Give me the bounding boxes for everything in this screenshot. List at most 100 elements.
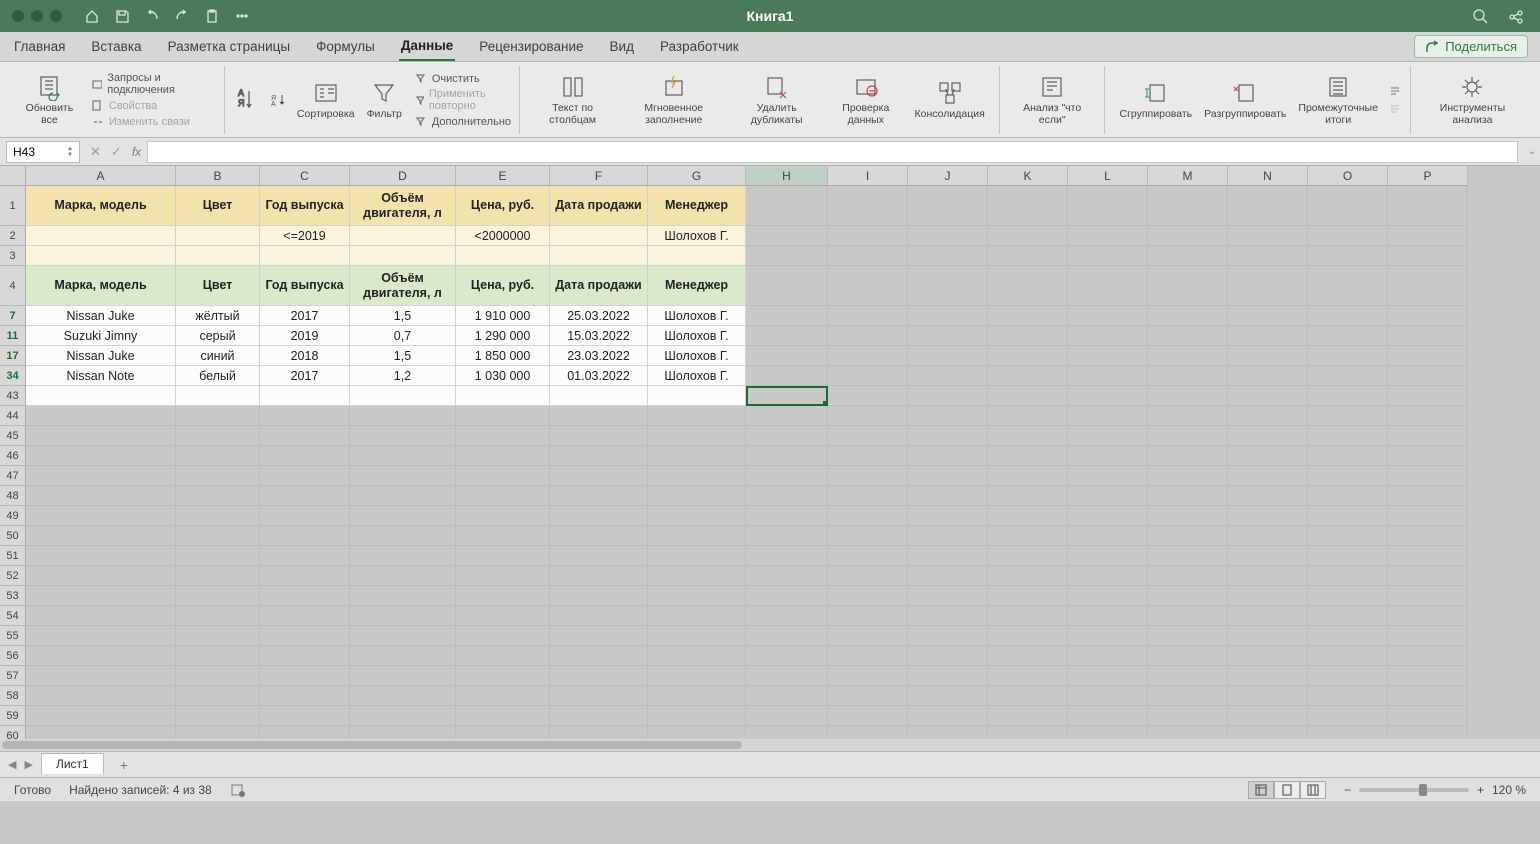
cell-A53[interactable] bbox=[26, 586, 176, 606]
cell-A47[interactable] bbox=[26, 466, 176, 486]
cell-O58[interactable] bbox=[1308, 686, 1388, 706]
cell-H51[interactable] bbox=[746, 546, 828, 566]
cell-M50[interactable] bbox=[1148, 526, 1228, 546]
cell-H17[interactable] bbox=[746, 346, 828, 366]
cell-D44[interactable] bbox=[350, 406, 456, 426]
cell-I1[interactable] bbox=[828, 186, 908, 226]
text-to-columns-button[interactable]: Текст по столбцам bbox=[528, 73, 617, 126]
cell-F57[interactable] bbox=[550, 666, 648, 686]
cell-A46[interactable] bbox=[26, 446, 176, 466]
cell-P52[interactable] bbox=[1388, 566, 1468, 586]
zoom-thumb[interactable] bbox=[1419, 784, 1427, 796]
refresh-all-button[interactable]: Обновить все bbox=[14, 73, 85, 126]
cell-B54[interactable] bbox=[176, 606, 260, 626]
cell-J1[interactable] bbox=[908, 186, 988, 226]
column-header-G[interactable]: G bbox=[648, 166, 746, 186]
cell-O47[interactable] bbox=[1308, 466, 1388, 486]
cell-L44[interactable] bbox=[1068, 406, 1148, 426]
cell-D11[interactable]: 0,7 bbox=[350, 326, 456, 346]
sheet-next-button[interactable]: ▶ bbox=[24, 758, 32, 771]
cell-K11[interactable] bbox=[988, 326, 1068, 346]
cell-H1[interactable] bbox=[746, 186, 828, 226]
cell-F48[interactable] bbox=[550, 486, 648, 506]
cell-J48[interactable] bbox=[908, 486, 988, 506]
cell-L46[interactable] bbox=[1068, 446, 1148, 466]
row-header-17[interactable]: 17 bbox=[0, 346, 26, 366]
cell-L55[interactable] bbox=[1068, 626, 1148, 646]
cell-M2[interactable] bbox=[1148, 226, 1228, 246]
cell-L1[interactable] bbox=[1068, 186, 1148, 226]
cell-M57[interactable] bbox=[1148, 666, 1228, 686]
cell-I47[interactable] bbox=[828, 466, 908, 486]
cell-I3[interactable] bbox=[828, 246, 908, 266]
row-header-1[interactable]: 1 bbox=[0, 186, 26, 226]
cell-B34[interactable]: белый bbox=[176, 366, 260, 386]
cell-H45[interactable] bbox=[746, 426, 828, 446]
cell-F17[interactable]: 23.03.2022 bbox=[550, 346, 648, 366]
cell-D7[interactable]: 1,5 bbox=[350, 306, 456, 326]
cell-B59[interactable] bbox=[176, 706, 260, 726]
reapply-filter-button[interactable]: Применить повторно bbox=[414, 88, 511, 112]
cell-H43[interactable] bbox=[746, 386, 828, 406]
cell-L50[interactable] bbox=[1068, 526, 1148, 546]
cell-B49[interactable] bbox=[176, 506, 260, 526]
cell-I59[interactable] bbox=[828, 706, 908, 726]
cell-H11[interactable] bbox=[746, 326, 828, 346]
cell-J55[interactable] bbox=[908, 626, 988, 646]
cell-M45[interactable] bbox=[1148, 426, 1228, 446]
cell-G50[interactable] bbox=[648, 526, 746, 546]
cell-K4[interactable] bbox=[988, 266, 1068, 306]
cell-F56[interactable] bbox=[550, 646, 648, 666]
tab-view[interactable]: Вид bbox=[608, 33, 636, 60]
home-icon[interactable] bbox=[84, 8, 100, 24]
row-header-58[interactable]: 58 bbox=[0, 686, 26, 706]
cell-O59[interactable] bbox=[1308, 706, 1388, 726]
add-sheet-button[interactable]: + bbox=[112, 757, 136, 773]
cell-F51[interactable] bbox=[550, 546, 648, 566]
cell-H54[interactable] bbox=[746, 606, 828, 626]
cell-E46[interactable] bbox=[456, 446, 550, 466]
cell-K46[interactable] bbox=[988, 446, 1068, 466]
cell-D55[interactable] bbox=[350, 626, 456, 646]
cell-O50[interactable] bbox=[1308, 526, 1388, 546]
cell-P1[interactable] bbox=[1388, 186, 1468, 226]
cell-B50[interactable] bbox=[176, 526, 260, 546]
cell-J59[interactable] bbox=[908, 706, 988, 726]
cell-K2[interactable] bbox=[988, 226, 1068, 246]
cell-K48[interactable] bbox=[988, 486, 1068, 506]
cell-A54[interactable] bbox=[26, 606, 176, 626]
cell-A11[interactable]: Suzuki Jimny bbox=[26, 326, 176, 346]
cell-G49[interactable] bbox=[648, 506, 746, 526]
cell-E53[interactable] bbox=[456, 586, 550, 606]
cell-O48[interactable] bbox=[1308, 486, 1388, 506]
cell-L45[interactable] bbox=[1068, 426, 1148, 446]
cell-I51[interactable] bbox=[828, 546, 908, 566]
cell-F45[interactable] bbox=[550, 426, 648, 446]
zoom-out-button[interactable]: − bbox=[1344, 783, 1351, 797]
cell-L58[interactable] bbox=[1068, 686, 1148, 706]
cell-F2[interactable] bbox=[550, 226, 648, 246]
cell-E43[interactable] bbox=[456, 386, 550, 406]
advanced-filter-button[interactable]: Дополнительно bbox=[414, 115, 511, 128]
cell-K47[interactable] bbox=[988, 466, 1068, 486]
cell-G55[interactable] bbox=[648, 626, 746, 646]
tab-formulas[interactable]: Формулы bbox=[314, 33, 377, 60]
row-header-51[interactable]: 51 bbox=[0, 546, 26, 566]
cell-N43[interactable] bbox=[1228, 386, 1308, 406]
cell-H52[interactable] bbox=[746, 566, 828, 586]
cell-F34[interactable]: 01.03.2022 bbox=[550, 366, 648, 386]
row-header-44[interactable]: 44 bbox=[0, 406, 26, 426]
cell-M44[interactable] bbox=[1148, 406, 1228, 426]
cell-G45[interactable] bbox=[648, 426, 746, 446]
cell-M49[interactable] bbox=[1148, 506, 1228, 526]
row-header-7[interactable]: 7 bbox=[0, 306, 26, 326]
cell-P59[interactable] bbox=[1388, 706, 1468, 726]
cell-P4[interactable] bbox=[1388, 266, 1468, 306]
cell-O55[interactable] bbox=[1308, 626, 1388, 646]
column-header-E[interactable]: E bbox=[456, 166, 550, 186]
cell-C51[interactable] bbox=[260, 546, 350, 566]
cell-M1[interactable] bbox=[1148, 186, 1228, 226]
cell-C52[interactable] bbox=[260, 566, 350, 586]
cell-L52[interactable] bbox=[1068, 566, 1148, 586]
cell-G47[interactable] bbox=[648, 466, 746, 486]
